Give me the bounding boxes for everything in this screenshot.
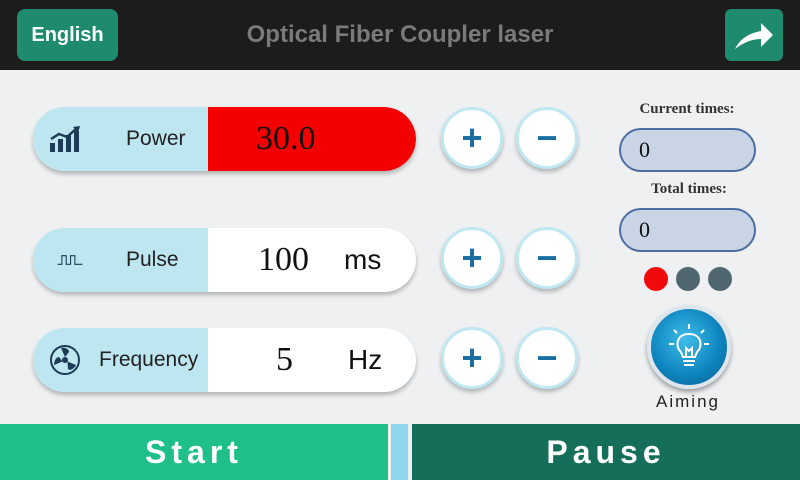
light-bulb-icon <box>669 324 709 366</box>
total-times-label: Total times: <box>651 181 727 197</box>
power-value-field[interactable]: 30.0 <box>208 107 416 171</box>
current-times-value: 0 <box>619 128 756 172</box>
aiming-button[interactable] <box>647 305 731 389</box>
frequency-value-field[interactable]: 5 Hz <box>208 328 416 392</box>
page-title: Optical Fiber Coupler laser <box>246 21 554 48</box>
exit-button[interactable] <box>725 9 783 61</box>
frequency-unit: Hz <box>348 344 383 375</box>
aiming-label: Aiming <box>656 392 720 411</box>
pause-button[interactable]: Pause <box>412 424 800 480</box>
fan-icon <box>47 344 83 376</box>
start-button[interactable]: Start <box>0 424 388 480</box>
pulse-label: Pulse <box>126 248 179 271</box>
pulse-row: Pulse 100 ms <box>33 228 416 292</box>
power-value: 30.0 <box>256 120 316 157</box>
pulse-wave-icon <box>47 244 83 276</box>
status-indicator-red <box>644 267 668 291</box>
language-button[interactable]: English <box>17 9 118 61</box>
pulse-plus-button[interactable]: + <box>441 227 503 289</box>
pulse-label-panel: Pulse <box>33 228 208 292</box>
frequency-label-panel: Frequency <box>33 328 208 392</box>
button-divider <box>391 424 408 480</box>
frequency-minus-button[interactable]: − <box>516 327 578 389</box>
status-indicator-gray <box>676 267 700 291</box>
frequency-label: Frequency <box>99 348 199 371</box>
power-minus-button[interactable]: − <box>516 107 578 169</box>
current-times-label: Current times: <box>639 101 735 117</box>
power-plus-button[interactable]: + <box>441 107 503 169</box>
header-bar: English Optical Fiber Coupler laser <box>0 0 800 70</box>
pulse-value: 100 <box>258 241 309 278</box>
pulse-value-field[interactable]: 100 ms <box>208 228 416 292</box>
pulse-unit: ms <box>344 244 382 275</box>
pulse-minus-button[interactable]: − <box>516 227 578 289</box>
status-indicator-gray <box>708 267 732 291</box>
chart-trend-icon <box>47 123 83 155</box>
power-row: Power 30.0 <box>33 107 416 171</box>
total-times-value: 0 <box>619 208 756 252</box>
power-label: Power <box>126 127 186 150</box>
power-label-panel: Power <box>33 107 208 171</box>
frequency-plus-button[interactable]: + <box>441 327 503 389</box>
frequency-row: Frequency 5 Hz <box>33 328 416 392</box>
arrow-exit-icon <box>735 23 773 49</box>
frequency-value: 5 <box>276 341 293 378</box>
